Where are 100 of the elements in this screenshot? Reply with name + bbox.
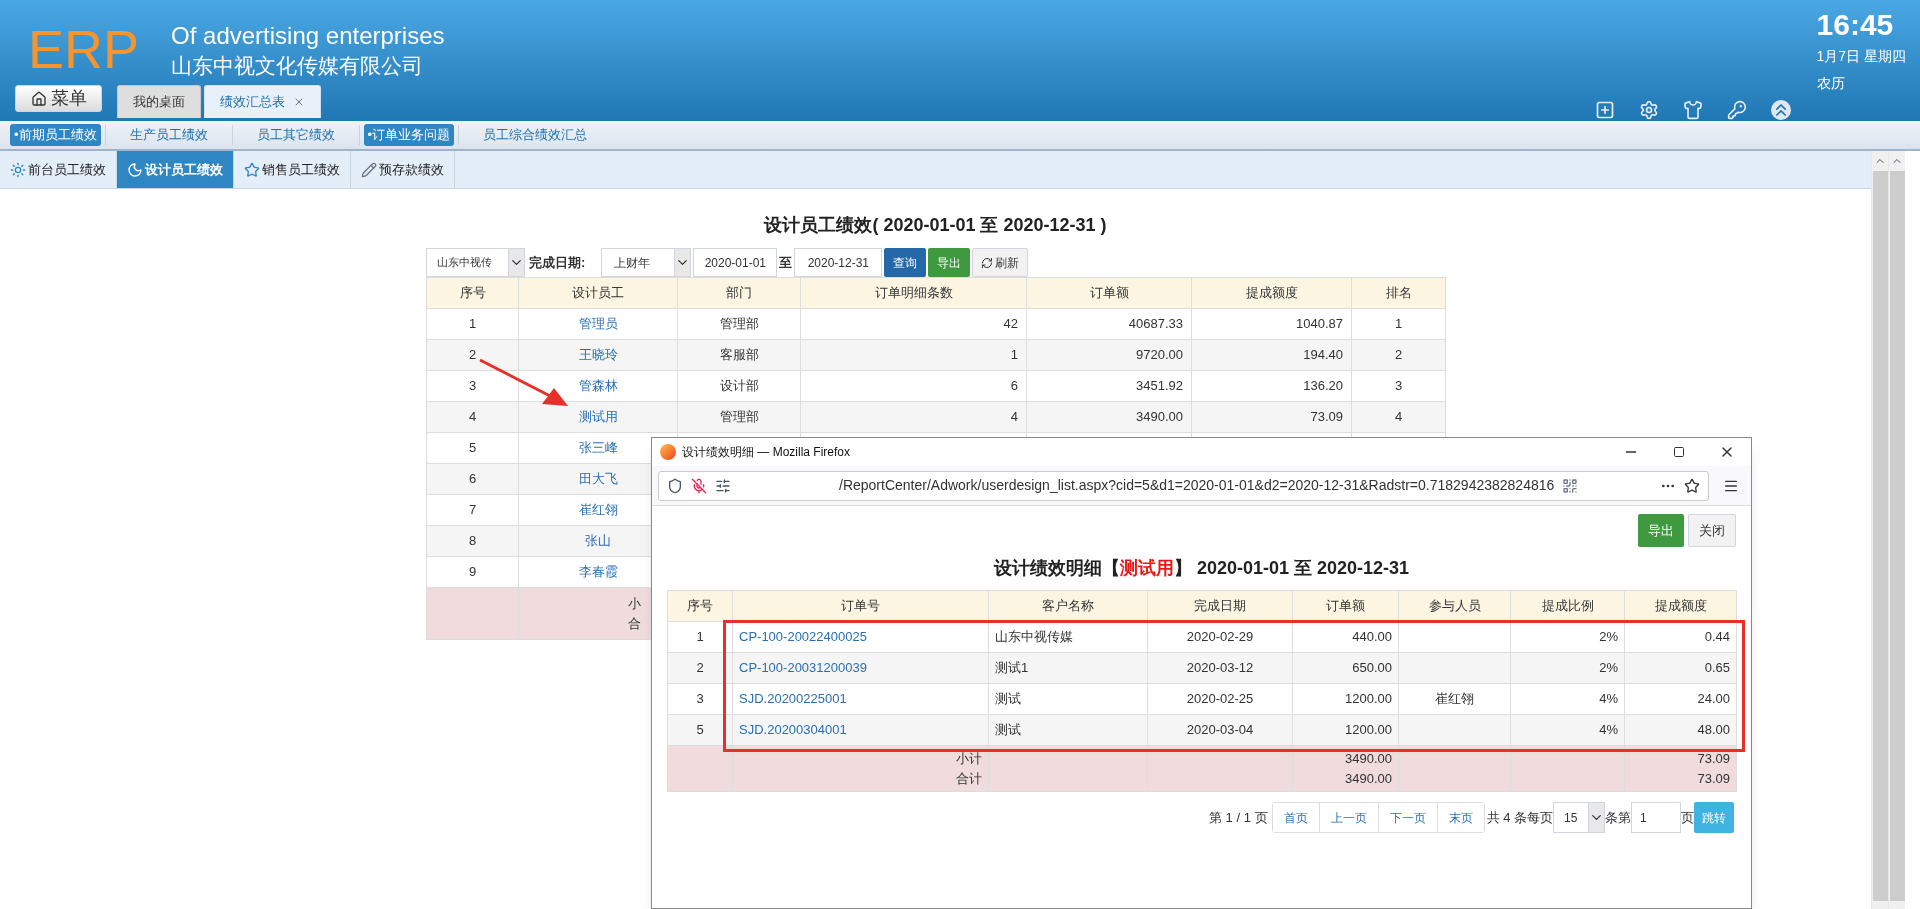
table-cell: 1200.00 <box>1292 714 1399 746</box>
table-cell: 4 <box>800 401 1027 433</box>
nav-item[interactable]: 员工综合绩效汇总 <box>463 124 608 146</box>
tab[interactable]: 销售员工绩效 <box>234 151 351 188</box>
employee-link[interactable]: 崔红翎 <box>578 502 618 518</box>
nav-item[interactable]: 生产员工绩效 <box>109 124 228 146</box>
table-cell: 5 <box>426 432 519 464</box>
end-date-field[interactable]: 2020-12-31 <box>794 248 883 277</box>
shield-icon[interactable] <box>667 477 683 494</box>
table-cell: 2 <box>667 652 733 684</box>
close-button[interactable]: 关闭 <box>1688 514 1736 547</box>
column-header: 提成比例 <box>1510 590 1625 622</box>
table-cell: 设计部 <box>677 370 801 402</box>
table-cell: 8 <box>426 525 519 557</box>
table-cell: 650.00 <box>1292 652 1399 684</box>
employee-link[interactable]: 管森林 <box>578 378 618 394</box>
window-title: 设计绩效明细 — Mozilla Firefox <box>682 444 851 461</box>
period-select[interactable]: 上财年 <box>601 248 692 277</box>
table-cell: 3 <box>667 683 733 715</box>
home-icon <box>30 90 47 107</box>
table-cell: 9 <box>426 556 519 588</box>
range-separator: 至 <box>779 253 793 272</box>
table-cell: 2020-03-04 <box>1147 714 1293 746</box>
page-suffix: 页 <box>1681 808 1694 827</box>
table-cell: 2 <box>426 339 519 371</box>
browser-logo-icon <box>660 444 676 460</box>
key-icon[interactable] <box>1726 100 1747 120</box>
company-name: 山东中视文化传媒有限公司 <box>171 53 425 79</box>
nav-item[interactable]: •前期员工绩效 <box>10 124 101 146</box>
table-cell: 崔红翎 <box>1398 683 1511 715</box>
settings-icon[interactable] <box>1638 100 1659 120</box>
table-cell: 4% <box>1510 683 1625 715</box>
page-size-select[interactable]: 15 <box>1553 802 1605 833</box>
export-button[interactable]: 导出 <box>1638 514 1684 547</box>
employee-link[interactable]: 张山 <box>585 533 611 549</box>
employee-link[interactable]: 管理员 <box>578 316 618 332</box>
summary-amount: 3490.00 <box>1344 769 1392 788</box>
tab[interactable]: 预存款绩效 <box>351 151 455 188</box>
column-header: 排名 <box>1351 277 1446 309</box>
tab[interactable]: 绩效汇总表 <box>204 85 321 118</box>
sun-icon <box>10 161 26 178</box>
dropdown-icon <box>508 249 524 276</box>
table-cell: 3 <box>426 370 519 402</box>
employee-link[interactable]: 田大飞 <box>578 471 618 487</box>
employee-link[interactable]: 张三峰 <box>578 440 618 456</box>
shirt-icon[interactable] <box>1682 100 1703 120</box>
summary-commission: 73.09 <box>1696 750 1730 768</box>
maximize-icon[interactable] <box>1673 446 1685 458</box>
muted-mic-icon[interactable] <box>691 477 707 494</box>
table-cell: 136.20 <box>1191 370 1352 402</box>
page-label: 条第 <box>1605 808 1631 827</box>
menu-button[interactable]: 菜单 <box>15 85 102 112</box>
sliders-icon[interactable] <box>715 477 731 494</box>
column-header: 客户名称 <box>988 590 1148 622</box>
company-select[interactable]: 山东中视传 <box>426 248 525 277</box>
column-header: 订单明细条数 <box>800 277 1027 309</box>
tab[interactable]: 设计员工绩效 <box>117 151 234 188</box>
nav-item[interactable]: •订单业务问题 <box>363 124 455 146</box>
refresh-icon <box>981 256 994 269</box>
table-cell: 测试1 <box>988 652 1148 684</box>
moon-icon <box>127 161 143 178</box>
column-header: 序号 <box>667 590 733 622</box>
table-cell: 2020-02-25 <box>1147 683 1293 715</box>
table-cell: 2% <box>1510 652 1625 684</box>
table-cell: 1 <box>800 339 1027 371</box>
table-cell: 3 <box>1351 370 1446 402</box>
collapse-icon[interactable] <box>1770 100 1791 120</box>
employee-link[interactable]: 测试用 <box>578 409 618 425</box>
qr-code-icon[interactable] <box>1562 477 1579 494</box>
table-cell: 1 <box>667 621 733 653</box>
column-header: 序号 <box>426 277 519 309</box>
summary-label: 合 <box>627 614 641 633</box>
bookmark-star-icon[interactable] <box>1684 477 1700 494</box>
employee-link[interactable]: 王晓玲 <box>578 347 618 363</box>
date-label: 完成日期: <box>529 253 586 272</box>
refresh-button[interactable]: 刷新 <box>972 248 1029 277</box>
table-cell: 6 <box>800 370 1027 402</box>
page-field[interactable]: 1 <box>1631 802 1681 833</box>
tab[interactable]: 我的桌面 <box>117 85 201 118</box>
table-cell: 4 <box>426 401 519 433</box>
table-cell: 9720.00 <box>1026 339 1192 371</box>
employee-link[interactable]: 李春霞 <box>578 564 618 580</box>
start-date-field[interactable]: 2020-01-01 <box>693 248 778 277</box>
add-widget-icon[interactable] <box>1594 100 1615 120</box>
table-cell: 测试 <box>988 683 1148 715</box>
table-cell: 3490.00 <box>1026 401 1192 433</box>
summary-label: 小 <box>627 595 641 613</box>
address-bar[interactable]: /ReportCenter/Adwork/userdesign_list.aspx?cid=5&d1=2020-01-01&d2=2020-12-31&Radstr=0.7182942382824816 <box>658 470 1709 501</box>
table-cell: 0.65 <box>1624 652 1737 684</box>
table-cell: 1 <box>1351 308 1446 340</box>
table-cell: 4% <box>1510 714 1625 746</box>
table-cell: 1 <box>426 308 519 340</box>
export-button[interactable]: 导出 <box>928 248 971 277</box>
report-title: 设计员工绩效( 2020-01-01 至 2020-12-31 ) <box>762 214 1108 237</box>
table-cell: 194.40 <box>1191 339 1352 371</box>
nav-item[interactable]: 员工其它绩效 <box>236 124 355 146</box>
table-cell: 24.00 <box>1624 683 1737 715</box>
pager-button[interactable]: 末页 <box>1436 803 1484 832</box>
column-header: 提成额度 <box>1191 277 1352 309</box>
query-button[interactable]: 查询 <box>884 248 927 277</box>
